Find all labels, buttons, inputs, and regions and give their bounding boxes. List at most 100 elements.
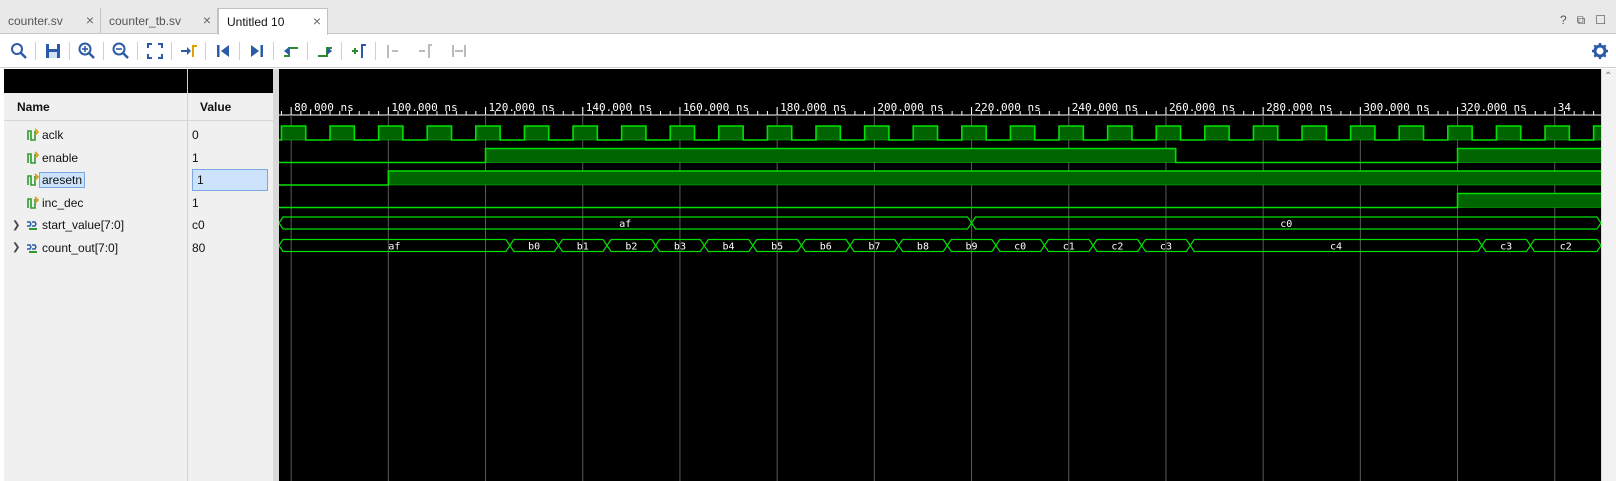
count-out-value-label: b2 xyxy=(625,242,637,253)
maximize-icon[interactable]: ☐ xyxy=(1595,13,1606,28)
zoom-fit-icon[interactable] xyxy=(145,41,165,61)
close-icon[interactable]: × xyxy=(313,13,321,29)
signal-row-aresetn[interactable]: aresetn xyxy=(4,169,187,191)
restore-icon[interactable]: ⧉ xyxy=(1577,13,1586,28)
waveform-svg: 80.000 ns 100.000 ns 120.000 ns 140.000 ns 1… xyxy=(279,101,1601,481)
bit-signal-icon xyxy=(27,128,40,141)
count-out-value-label: c1 xyxy=(1063,242,1075,253)
signal-value[interactable]: 0 xyxy=(188,124,273,146)
signal-value[interactable]: c0 xyxy=(188,214,273,236)
aclk-high-fill xyxy=(1496,126,1521,140)
signal-value-pane: Value 0 1 1 1 c0 80 xyxy=(187,69,273,481)
previous-transition-icon[interactable] xyxy=(281,41,301,61)
name-column-header[interactable]: Name xyxy=(4,93,187,121)
expand-chevron-icon[interactable]: ❯ xyxy=(12,242,20,253)
add-marker-icon[interactable] xyxy=(349,41,369,61)
count-out-value-label: b4 xyxy=(723,242,735,253)
aclk-high-fill xyxy=(670,126,695,140)
signal-name: aclk xyxy=(42,128,64,142)
signal-name: enable xyxy=(42,150,79,165)
signal-name-pane: Name aclk enable aresetn inc_dec ❯ start_valu… xyxy=(4,69,187,481)
tab-label: counter.sv xyxy=(8,14,63,28)
count-out-value-label: b8 xyxy=(917,242,929,253)
aclk-high-fill xyxy=(475,126,501,140)
window-controls: ? ⧉ ☐ xyxy=(1560,13,1606,28)
waveform-toolbar xyxy=(0,35,1616,68)
gear-icon[interactable] xyxy=(1590,41,1610,61)
inc-dec-trace xyxy=(279,192,1601,209)
start-value-value-label: af xyxy=(619,219,631,230)
close-icon[interactable]: × xyxy=(86,12,94,28)
signal-value[interactable]: 1 xyxy=(188,147,273,169)
aclk-high-fill xyxy=(1302,126,1327,140)
scroll-up-icon[interactable]: ⌃ xyxy=(1604,71,1612,82)
start-value-value-label: c0 xyxy=(1280,219,1292,230)
waveform-canvas[interactable]: 80.000 ns 100.000 ns 120.000 ns 140.000 ns 1… xyxy=(279,69,1601,481)
aclk-high-fill xyxy=(961,126,987,140)
count-out-value-label: b0 xyxy=(528,242,540,253)
tab-counter-sv[interactable]: counter.sv × xyxy=(0,8,101,34)
next-transition-icon[interactable] xyxy=(315,41,335,61)
search-icon[interactable] xyxy=(9,41,29,61)
ruler-label: 140.000 ns xyxy=(586,101,652,114)
tab-label: Untitled 10 xyxy=(227,15,285,29)
save-icon[interactable] xyxy=(43,41,63,61)
signal-row-start-value-7-0[interactable]: ❯ start_value[7:0] xyxy=(4,214,187,236)
vertical-scrollbar[interactable]: ⌃ xyxy=(1601,69,1616,481)
signal-row-count-out-7-0[interactable]: ❯ count_out[7:0] xyxy=(4,237,187,259)
zoom-out-icon[interactable] xyxy=(111,41,131,61)
previous-marker-icon[interactable] xyxy=(383,41,403,61)
ruler-label: 260.000 ns xyxy=(1169,101,1235,114)
tab-counter-tb-sv[interactable]: counter_tb.sv × xyxy=(101,8,218,34)
bit-signal-icon xyxy=(27,150,40,164)
swap-cursors-icon[interactable] xyxy=(449,41,469,61)
close-icon[interactable]: × xyxy=(203,12,211,28)
aclk-high-fill xyxy=(913,126,938,140)
zoom-in-icon[interactable] xyxy=(77,41,97,61)
signal-name: inc_dec xyxy=(42,195,84,210)
count-out-value-label: b6 xyxy=(820,242,832,253)
help-icon[interactable]: ? xyxy=(1560,13,1567,28)
bit-signal-icon xyxy=(27,195,40,209)
bus-signal-icon xyxy=(27,243,37,253)
next-marker-icon[interactable] xyxy=(415,41,435,61)
count-out-value-label: c3 xyxy=(1500,242,1512,253)
count-out-value-label: c2 xyxy=(1560,242,1572,253)
go-to-time-zero-icon[interactable] xyxy=(213,41,233,61)
aclk-high-fill xyxy=(378,126,403,140)
count-out-value-label: af xyxy=(388,242,400,253)
enable-high-fill xyxy=(1457,148,1601,163)
aclk-high-fill xyxy=(281,126,306,140)
count-out-value-label: c3 xyxy=(1160,242,1172,253)
signal-value[interactable]: 1 xyxy=(188,192,273,214)
bit-signal-icon xyxy=(27,173,40,186)
ruler-label: 320.000 ns xyxy=(1461,101,1527,114)
signal-row-enable[interactable]: enable xyxy=(4,147,187,169)
go-to-cursor-icon[interactable] xyxy=(179,41,199,61)
tab-label: counter_tb.sv xyxy=(109,14,182,28)
ruler-label: 280.000 ns xyxy=(1266,101,1332,114)
ruler-label: 240.000 ns xyxy=(1072,101,1138,114)
signal-value[interactable]: 1 xyxy=(192,169,268,191)
aclk-high-fill xyxy=(1107,126,1132,140)
tab-untitled-10[interactable]: Untitled 10 × xyxy=(218,8,328,35)
value-column-header[interactable]: Value xyxy=(188,93,273,121)
ruler-label: 300.000 ns xyxy=(1363,101,1429,114)
signal-row-inc-dec[interactable]: inc_dec xyxy=(4,192,187,214)
count-out-value-label: c4 xyxy=(1330,242,1342,253)
aclk-high-fill xyxy=(1545,126,1570,140)
aclk-high-fill xyxy=(1399,126,1424,140)
inc-dec-high-fill xyxy=(1457,193,1601,208)
aclk-high-fill xyxy=(1156,126,1181,140)
expand-chevron-icon[interactable]: ❯ xyxy=(12,220,20,231)
count-out-value-label: b9 xyxy=(966,242,978,253)
signal-name: start_value[7:0] xyxy=(42,218,125,232)
signal-name: count_out[7:0] xyxy=(42,240,119,255)
signal-row-aclk[interactable]: aclk xyxy=(4,124,187,146)
aclk-high-fill xyxy=(767,126,792,140)
aclk-high-fill xyxy=(1253,126,1278,140)
go-to-last-time-icon[interactable] xyxy=(247,41,267,61)
signal-value[interactable]: 80 xyxy=(188,237,273,259)
count-out-value-label: c2 xyxy=(1111,242,1123,253)
bus-signal-icon xyxy=(27,221,37,230)
